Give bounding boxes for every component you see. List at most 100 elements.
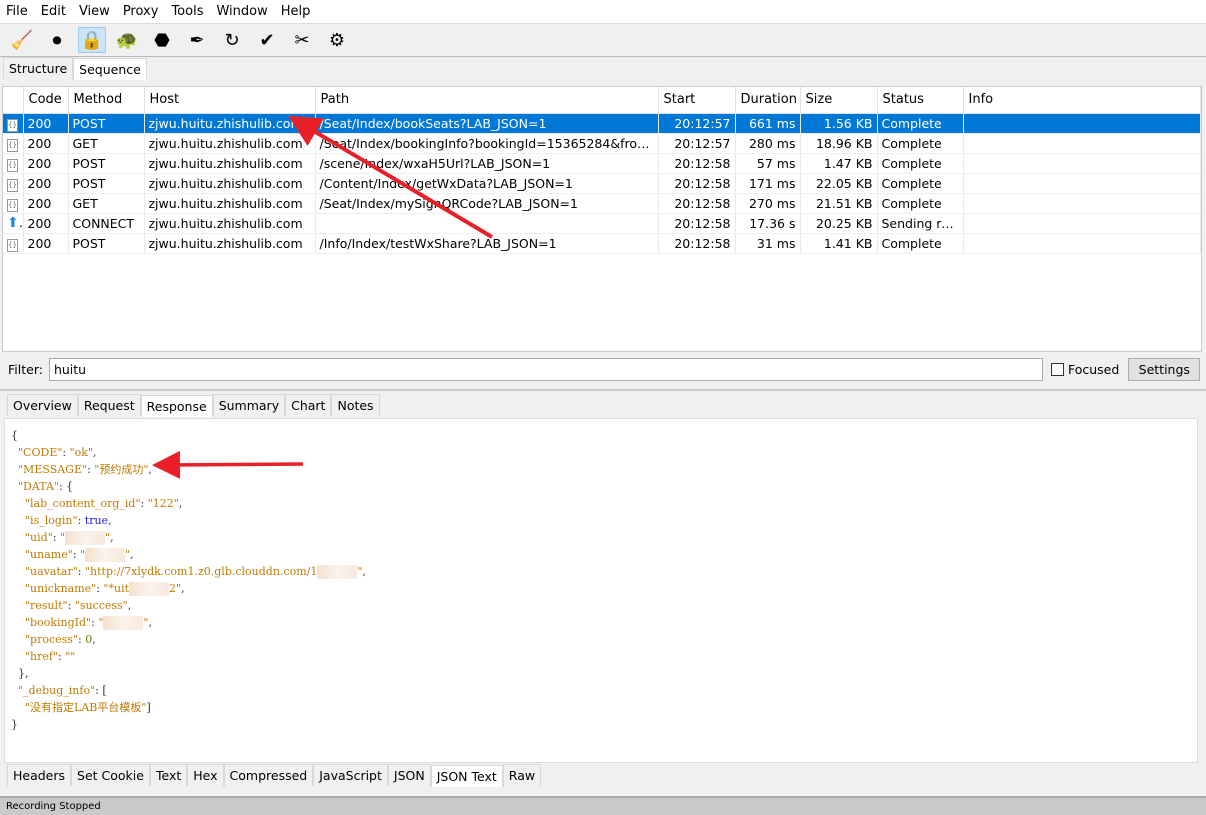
json-line: "MESSAGE": "预约成功", [11,461,1197,478]
table-row[interactable]: {} 200 POST zjwu.huitu.zhishulib.com/Conten… [3,173,1201,194]
redacted-value [65,531,106,545]
throttle-turtle-icon[interactable]: 🐢 [113,27,141,53]
settings-button[interactable]: Settings [1128,357,1201,381]
tab-javascript[interactable]: JavaScript [313,764,388,786]
focused-label: Focused [1067,361,1120,377]
stop-hexagon-icon[interactable]: ⬣ [148,27,176,53]
record-icon[interactable]: ⏺ [43,27,71,53]
menu-file[interactable]: File [6,4,28,19]
checkbox-box[interactable] [1050,362,1064,376]
tab-json-text[interactable]: JSON Text [430,765,503,787]
menu-window[interactable]: Window [216,4,267,19]
cell-start: 20:12:58 [658,213,736,234]
tab-summary[interactable]: Summary [212,394,286,416]
menu-tools[interactable]: Tools [171,4,203,19]
table-row[interactable]: {} 200 POST zjwu.huitu.zhishulib.com/Info/I… [3,233,1201,254]
column-header-info[interactable]: Info [963,87,1201,114]
menu-edit[interactable]: Edit [41,4,66,19]
cell-size: 1.56 KB [800,113,878,134]
broom-icon[interactable]: 🧹 [8,27,36,53]
menu-view[interactable]: View [79,4,110,19]
column-header-host[interactable]: Host [144,87,316,114]
tab-chart[interactable]: Chart [285,394,332,416]
json-token: , [110,531,114,544]
json-line: "uname": " ", [11,546,1197,563]
cell-start: 20:12:58 [658,153,736,174]
tab-notes[interactable]: Notes [331,394,380,416]
json-token: } [11,718,18,731]
status-bar: Recording Stopped [0,796,1206,815]
cell-size: 21.51 KB [800,193,878,214]
filter-input[interactable] [48,357,1043,381]
column-header-icon[interactable] [3,87,24,114]
json-line: "is_login": true, [11,512,1197,529]
filter-label: Filter: [8,361,43,377]
json-file-icon: {} [7,198,18,212]
column-header-duration[interactable]: Duration [735,87,801,114]
json-text-viewer[interactable]: { "CODE": "ok", "MESSAGE": "预约成功", "DATA… [4,418,1198,763]
cell-info [963,113,1201,134]
table-row[interactable]: {} 200 POST zjwu.huitu.zhishulib.com/Seat/I… [3,113,1201,134]
json-token: "_debug_info" [18,684,96,697]
json-token: : [67,599,75,612]
tab-overview[interactable]: Overview [7,394,78,416]
tab-response[interactable]: Response [140,395,213,417]
table-row[interactable]: {} 200 GET zjwu.huitu.zhishulib.com/Seat/In… [3,133,1201,154]
column-header-method[interactable]: Method [68,87,145,114]
cell-info [963,133,1201,154]
cell-host: zjwu.huitu.zhishulib.com [144,173,316,194]
menu-proxy[interactable]: Proxy [123,4,159,19]
focused-checkbox[interactable]: Focused [1050,361,1120,377]
tab-json[interactable]: JSON [387,764,431,786]
table-row[interactable]: {} 200 GET zjwu.huitu.zhishulib.com/Seat/In… [3,193,1201,214]
sequence-table: Code Method Host Path Start Duration Size Statu… [2,86,1202,352]
column-header-start[interactable]: Start [658,87,736,114]
tab-structure[interactable]: Structure [3,57,74,79]
json-token: { [11,429,18,442]
menu-help[interactable]: Help [281,4,311,19]
tab-headers[interactable]: Headers [7,764,72,786]
ssl-lock-icon[interactable]: 🔒 [78,27,106,53]
json-token: "href" [25,650,59,663]
json-token: "CODE" [18,446,63,459]
json-token: : [77,565,85,578]
tools-icon[interactable]: ✂ [288,27,316,53]
json-file-icon: {} [7,178,18,192]
tab-compressed[interactable]: Compressed [223,764,314,786]
json-token: "没有指定LAB平台模板" [25,701,147,714]
column-header-path[interactable]: Path [315,87,659,114]
compose-pen-icon[interactable]: ✒ [183,27,211,53]
repeat-icon[interactable]: ↻ [218,27,246,53]
column-header-code[interactable]: Code [23,87,69,114]
json-token: , [178,497,183,510]
validate-check-icon[interactable]: ✔ [253,27,281,53]
tab-sequence[interactable]: Sequence [73,58,147,80]
json-token: "success" [74,599,128,612]
filter-bar: Filter: Focused Settings [0,356,1206,382]
cell-size: 22.05 KB [800,173,878,194]
splitter[interactable] [0,389,1206,391]
json-token: 2" [169,582,182,595]
tab-raw[interactable]: Raw [502,764,542,786]
column-header-status[interactable]: Status [877,87,964,114]
cell-duration: 17.36 s [735,213,801,234]
table-row[interactable]: {} 200 POST zjwu.huitu.zhishulib.com/scene/… [3,153,1201,174]
tab-hex[interactable]: Hex [187,764,224,786]
tab-set-cookie[interactable]: Set Cookie [71,764,150,786]
cell-path [315,213,659,234]
settings-gear-icon[interactable]: ⚙ [323,27,351,53]
json-token: ] [146,701,151,714]
tab-request[interactable]: Request [77,394,141,416]
column-header-size[interactable]: Size [800,87,878,114]
body-tabs: Headers Set Cookie Text Hex Compressed JavaSc… [4,764,542,787]
json-token: "ok" [69,446,94,459]
tab-text[interactable]: Text [149,764,188,786]
json-token: : [52,531,60,544]
table-row[interactable]: ⬆ 200 CONNECT zjwu.huitu.zhishulib.com 20:12… [3,213,1201,234]
cell-status: Complete [877,233,964,254]
json-token: , [108,514,112,527]
